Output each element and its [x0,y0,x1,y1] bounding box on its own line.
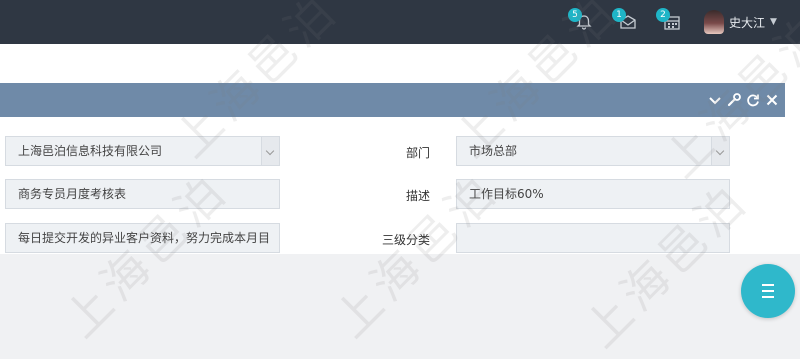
description-label: 描述 [405,189,430,203]
close-button[interactable] [764,92,780,108]
user-name: 史大江 [729,15,766,30]
department-select[interactable]: 市场总部 [456,136,730,166]
page-edge [785,83,800,254]
panel-header [0,83,785,117]
mail-notification[interactable]: 1 [612,8,638,32]
refresh-icon [747,94,759,107]
settings-button[interactable] [726,92,742,108]
close-icon [766,94,778,106]
description-value: 工作目标60% [469,187,544,201]
name-value: 商务专员月度考核表 [18,187,127,201]
department-value: 市场总部 [469,144,518,158]
wrench-icon [727,93,741,107]
notification-count-badge: 5 [568,8,582,22]
mail-count-badge: 1 [612,8,626,22]
floating-menu-button[interactable] [741,264,795,318]
chevron-down-icon: ▼ [770,17,777,27]
calendar-count-badge: 2 [656,8,670,22]
user-menu[interactable]: 史大江 ▼ [704,10,777,34]
category3-field[interactable] [456,223,730,253]
company-value: 上海邑泊信息科技有限公司 [18,144,163,158]
menu-icon [762,296,774,298]
company-select[interactable]: 上海邑泊信息科技有限公司 [5,136,280,166]
content-value: 每日提交开发的异业客户资料，努力完成本月目 [18,231,271,245]
bell-notification[interactable]: 5 [568,8,594,32]
select-arrow-icon [261,137,279,165]
collapse-button[interactable] [707,92,723,108]
page-background [0,254,800,359]
menu-icon [762,290,774,292]
avatar [704,10,724,34]
chevron-down-icon [709,97,721,105]
select-arrow-icon [711,137,729,165]
category3-label: 三级分类 [381,233,430,247]
spacer [0,44,800,82]
top-navbar: 5 1 2 史大江 ▼ [0,0,800,44]
calendar-notification[interactable]: 2 [656,8,682,32]
name-field[interactable]: 商务专员月度考核表 [5,179,280,209]
form-panel: 上海邑泊信息科技有限公司 部门 市场总部 商务专员月度考核表 描述 工作目标60… [0,117,785,254]
refresh-button[interactable] [745,92,761,108]
menu-icon [762,284,774,286]
department-label: 部门 [405,146,430,160]
description-field[interactable]: 工作目标60% [456,179,730,209]
content-field[interactable]: 每日提交开发的异业客户资料，努力完成本月目 [5,223,280,253]
